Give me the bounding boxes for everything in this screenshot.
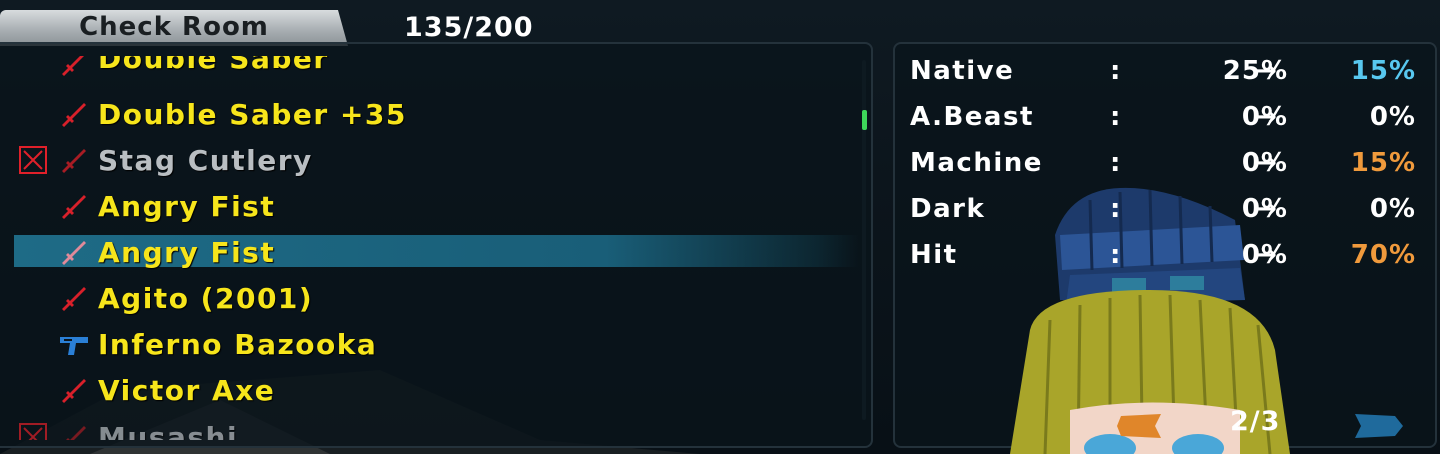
item-name: Stag Cutlery: [98, 144, 313, 177]
stat-colon: :: [1110, 194, 1121, 224]
item-name: Agito (2001): [98, 282, 314, 315]
item-name: Victor Axe: [98, 374, 276, 407]
scrollbar-thumb[interactable]: [862, 110, 867, 130]
list-item[interactable]: Angry Fist: [14, 189, 859, 223]
stat-new-value: 15%: [1350, 148, 1416, 178]
stat-colon: :: [1110, 148, 1121, 178]
arrow-icon: →: [1255, 102, 1277, 132]
sword-icon: [62, 149, 86, 173]
stat-new-value: 70%: [1350, 240, 1416, 270]
stat-colon: :: [1110, 240, 1121, 270]
stat-label: A.Beast: [910, 102, 1034, 132]
item-name: Inferno Bazooka: [98, 328, 378, 361]
stat-new-value: 15%: [1350, 56, 1416, 86]
stat-row-native: Native : 25% → 15%: [910, 56, 1420, 92]
list-item[interactable]: Musashi: [14, 420, 859, 440]
list-item[interactable]: Inferno Bazooka: [14, 327, 859, 361]
stat-new-value: 0%: [1369, 102, 1416, 132]
tab-check-room-label: Check Room: [79, 12, 269, 42]
list-item[interactable]: Double Saber: [14, 56, 859, 80]
arrow-icon: →: [1255, 56, 1277, 86]
stat-row-hit: Hit : 0% → 70%: [910, 240, 1420, 276]
stat-colon: :: [1110, 102, 1121, 132]
list-item-selected[interactable]: Angry Fist: [14, 235, 859, 269]
unusable-icon: [19, 423, 47, 440]
sword-icon: [62, 241, 86, 265]
stat-colon: :: [1110, 56, 1121, 86]
stat-label: Dark: [910, 194, 986, 224]
item-name: Angry Fist: [98, 190, 276, 223]
arrow-icon: →: [1255, 240, 1277, 270]
arrow-icon: →: [1255, 148, 1277, 178]
item-count: 135/200: [404, 12, 534, 43]
item-name: Angry Fist: [98, 236, 276, 269]
previous-page-icon[interactable]: [1115, 412, 1163, 440]
sword-icon: [62, 287, 86, 311]
next-page-icon[interactable]: [1353, 412, 1405, 440]
item-name: Double Saber +35: [98, 98, 407, 131]
sword-icon: [62, 56, 84, 76]
unusable-icon: [19, 146, 47, 174]
page-indicator: 2/3: [1230, 406, 1281, 437]
sword-icon: [62, 195, 86, 219]
list-item[interactable]: Agito (2001): [14, 281, 859, 315]
list-item[interactable]: Victor Axe: [14, 373, 859, 407]
stat-new-value: 0%: [1369, 194, 1416, 224]
gun-icon: [60, 337, 88, 355]
sword-icon: [62, 379, 86, 403]
stat-label: Machine: [910, 148, 1043, 178]
list-item[interactable]: Stag Cutlery: [14, 143, 859, 177]
item-name: Double Saber: [98, 56, 329, 75]
stat-row-dark: Dark : 0% → 0%: [910, 194, 1420, 230]
arrow-icon: →: [1255, 194, 1277, 224]
item-name: Musashi: [98, 421, 239, 440]
stat-label: Native: [910, 56, 1015, 86]
sword-icon: [66, 426, 86, 440]
sword-icon: [62, 103, 86, 127]
stat-row-machine: Machine : 0% → 15%: [910, 148, 1420, 184]
stat-label: Hit: [910, 240, 958, 270]
stat-row-a-beast: A.Beast : 0% → 0%: [910, 102, 1420, 138]
list-item[interactable]: Double Saber +35: [14, 97, 859, 131]
